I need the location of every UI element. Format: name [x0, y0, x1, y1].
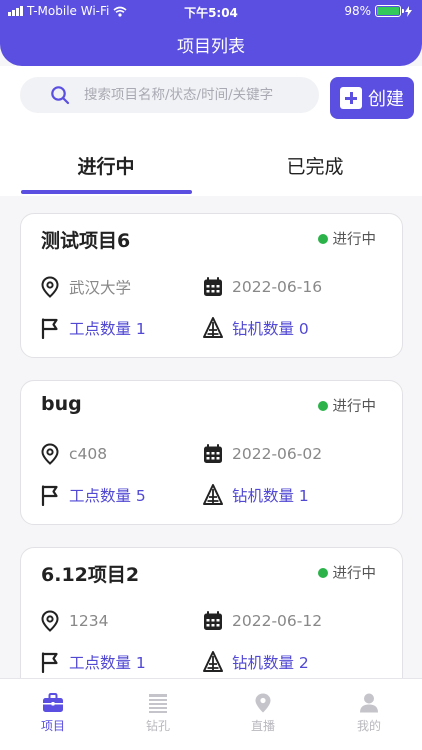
status-label: 进行中 [332, 399, 377, 415]
drill-list-icon [149, 694, 167, 713]
project-card[interactable]: 6.12项目2 进行中 1234 2022-06-12 工点数量 1 钻机数量 … [20, 547, 403, 678]
date-row: 2022-06-12 [202, 610, 322, 632]
drill-rigs-label: 钻机数量 2 [232, 654, 309, 672]
drill-rig-icon [203, 651, 223, 672]
status-dot [317, 400, 328, 411]
tabbar-label: 项目 [40, 719, 65, 733]
date-row: 2022-06-02 [202, 443, 322, 465]
work-points-link[interactable]: 工点数量 1 [39, 317, 146, 339]
plus-icon [340, 87, 362, 109]
tabbar-item-drilling[interactable]: 钻孔 [118, 693, 198, 734]
work-points-label: 工点数量 5 [69, 487, 146, 505]
search-icon [51, 86, 70, 105]
calendar-icon [204, 444, 222, 463]
flag-icon [41, 652, 58, 673]
status-tabs: 进行中 已完成 [0, 134, 422, 196]
work-points-link[interactable]: 工点数量 1 [39, 651, 146, 673]
bottom-tab-bar: 项目 钻孔 直播 我的 [0, 678, 422, 750]
battery-icon [375, 5, 404, 17]
drill-rigs-link[interactable]: 钻机数量 0 [202, 317, 309, 339]
flag-icon [41, 318, 58, 339]
search-box[interactable] [20, 77, 319, 113]
project-title: 6.12项目2 [41, 564, 140, 586]
battery-percent: 98% [344, 4, 371, 18]
project-card[interactable]: 测试项目6 进行中 武汉大学 2022-06-16 工点数量 1 钻机数量 0 [20, 213, 403, 358]
create-button[interactable]: 创建 [330, 77, 414, 119]
status-dot [317, 233, 328, 244]
work-points-label: 工点数量 1 [69, 654, 146, 672]
project-card[interactable]: bug 进行中 c408 2022-06-02 工点数量 5 钻机数量 1 [20, 380, 403, 525]
person-icon [360, 693, 378, 713]
drill-rig-icon [203, 317, 223, 338]
tab-completed[interactable]: 已完成 [230, 152, 400, 179]
location-label: 1234 [69, 612, 109, 630]
work-points-label: 工点数量 1 [69, 320, 146, 338]
tabbar-label: 直播 [250, 719, 275, 733]
tabbar-item-live[interactable]: 直播 [223, 693, 303, 734]
calendar-icon [204, 611, 222, 630]
status-label: 进行中 [332, 232, 377, 248]
drill-rig-icon [203, 484, 223, 505]
active-tab-indicator [21, 190, 192, 194]
location-pin-icon [41, 443, 59, 465]
page-title: 项目列表 [177, 37, 245, 57]
location-pin-icon [41, 610, 59, 632]
location-label: 武汉大学 [69, 279, 132, 297]
date-row: 2022-06-16 [202, 276, 322, 298]
location-row: 武汉大学 [39, 276, 131, 298]
location-pin-icon [255, 693, 271, 713]
drill-rigs-link[interactable]: 钻机数量 1 [202, 484, 309, 506]
tabbar-label: 钻孔 [145, 719, 170, 733]
tabbar-item-projects[interactable]: 项目 [13, 693, 93, 734]
work-points-link[interactable]: 工点数量 5 [39, 484, 146, 506]
status-label: 进行中 [332, 566, 377, 582]
location-row: c408 [39, 443, 107, 465]
project-title: 测试项目6 [41, 230, 131, 252]
drill-rigs-label: 钻机数量 0 [232, 320, 309, 338]
search-input[interactable] [84, 87, 314, 103]
briefcase-icon [43, 693, 63, 712]
status-badge: 进行中 [317, 228, 377, 249]
tab-in-progress[interactable]: 进行中 [21, 152, 191, 179]
charging-bolt-icon [405, 5, 412, 17]
status-bar: T-Mobile Wi-Fi 下午5:04 98% [0, 0, 422, 22]
app-header: T-Mobile Wi-Fi 下午5:04 98% 项目列表 [0, 0, 422, 66]
status-dot [317, 567, 328, 578]
location-label: c408 [69, 445, 108, 463]
search-area: 创建 [0, 66, 422, 134]
tabbar-item-me[interactable]: 我的 [329, 693, 409, 734]
status-badge: 进行中 [317, 395, 377, 416]
date-label: 2022-06-12 [232, 612, 323, 630]
battery-fill [377, 7, 399, 15]
location-row: 1234 [39, 610, 108, 632]
status-badge: 进行中 [317, 562, 377, 583]
location-pin-icon [41, 276, 59, 298]
project-list: 测试项目6 进行中 武汉大学 2022-06-16 工点数量 1 钻机数量 0 … [0, 196, 422, 678]
date-label: 2022-06-02 [232, 445, 323, 463]
project-title: bug [41, 393, 82, 415]
calendar-icon [204, 277, 222, 296]
date-label: 2022-06-16 [232, 278, 323, 296]
tabbar-label: 我的 [356, 719, 381, 733]
drill-rigs-label: 钻机数量 1 [232, 487, 309, 505]
create-button-label: 创建 [368, 89, 404, 110]
status-right: 98% [344, 4, 412, 18]
flag-icon [41, 485, 58, 506]
drill-rigs-link[interactable]: 钻机数量 2 [202, 651, 309, 673]
